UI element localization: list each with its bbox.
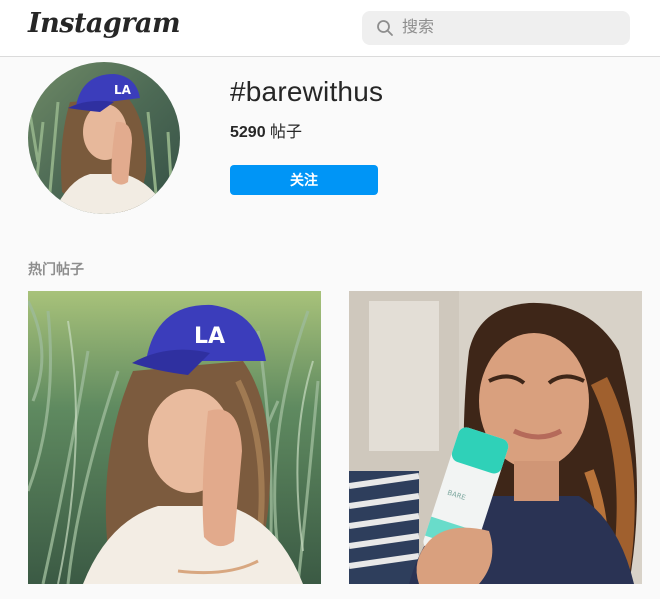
top-navigation-bar: Instagram [0,0,660,57]
follow-button[interactable]: 关注 [230,165,378,195]
post-image-1: LA [28,291,321,584]
post-thumbnail-2[interactable]: BARE [349,291,642,584]
svg-text:LA: LA [194,324,225,349]
search-box[interactable] [362,11,630,45]
instagram-logo[interactable]: Instagram [28,8,181,39]
hashtag-avatar: LA [28,62,180,214]
post-thumbnail-1[interactable]: LA [28,291,321,584]
post-count-number: 5290 [230,124,266,141]
post-count-unit: 帖子 [265,124,303,141]
top-posts-heading: 热门帖子 [28,261,84,277]
post-image-2: BARE [349,291,642,584]
search-icon [377,20,393,36]
search-input[interactable] [402,11,617,45]
svg-text:LA: LA [114,83,132,97]
post-count: 5290 帖子 [230,118,302,142]
hashtag-title: #barewithus [230,76,384,107]
